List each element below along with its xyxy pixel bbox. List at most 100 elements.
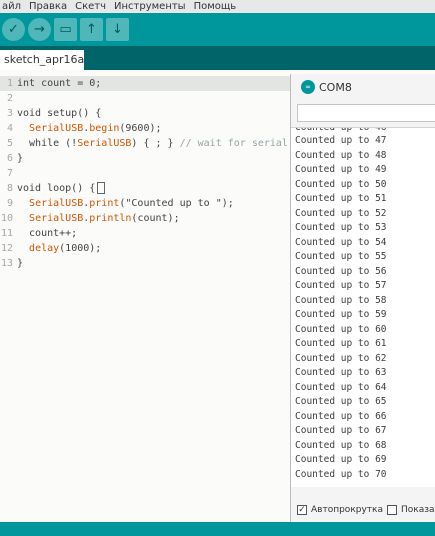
line-number: 11 <box>0 228 13 239</box>
arrow-right-icon: → <box>34 22 45 37</box>
line-number: 5 <box>6 138 13 149</box>
code-token: ) { ; } <box>131 138 180 149</box>
serial-output-line: Counted up to 66 <box>295 410 387 422</box>
autoscroll-checkbox[interactable]: ✓ <box>297 505 307 515</box>
serial-output-line: Counted up to 67 <box>295 425 387 436</box>
line-number: 4 <box>6 123 13 134</box>
serial-options: ✓ Автопрокрутка Показать <box>291 498 435 522</box>
code-line: 4 SerialUSB.begin(9600); <box>0 121 300 136</box>
code-line: 9 SerialUSB.print("Counted up to "); <box>0 196 300 211</box>
code-line: 1 int count = 0; <box>0 76 300 91</box>
code-line: 11 count++; <box>0 226 300 241</box>
code-token: (9600); <box>119 123 162 134</box>
code-token: while (! <box>17 138 78 149</box>
menu-item[interactable]: Правка <box>29 0 67 13</box>
menu-item[interactable]: Помощь <box>194 0 237 13</box>
menu-item[interactable]: Инструменты <box>114 0 186 13</box>
serial-output-line: Counted up to 68 <box>295 439 387 451</box>
new-button[interactable]: ▭ <box>54 18 77 41</box>
menu-item[interactable]: айл <box>2 0 21 13</box>
code-token: void loop() { <box>17 183 96 194</box>
serial-output-line: Counted up to 63 <box>295 367 387 378</box>
arrow-up-icon: ↑ <box>86 22 97 37</box>
line-number: 7 <box>6 168 13 179</box>
code-line: 13} <box>0 256 300 271</box>
code-text: SerialUSB.print("Counted up to "); <box>17 196 234 211</box>
code-text: count++; <box>17 226 77 241</box>
code-text: SerialUSB.begin(9600); <box>17 121 162 136</box>
text-cursor <box>97 182 106 194</box>
autoscroll-label: Автопрокрутка <box>311 505 383 515</box>
serial-output-line: Counted up to 57 <box>295 280 387 291</box>
check-icon: ✓ <box>8 22 19 37</box>
open-button[interactable]: ↑ <box>80 18 103 41</box>
line-number: 13 <box>0 258 13 269</box>
serial-output-line: Counted up to 52 <box>295 207 387 219</box>
code-token: count++; <box>17 228 78 239</box>
code-line: 5 while (!SerialUSB) { ; } // wait for s… <box>0 136 300 151</box>
line-number: 8 <box>6 183 13 194</box>
tab-bar: sketch_apr16a <box>0 46 435 70</box>
code-text: } <box>17 256 23 271</box>
serial-output-line: Counted up to 48 <box>295 149 387 161</box>
code-line: 8 void loop() { <box>0 181 300 196</box>
check-icon: ✓ <box>298 504 306 515</box>
code-token: print <box>89 198 120 209</box>
serial-output-line: Counted up to 59 <box>295 309 387 320</box>
code-text: } <box>17 151 23 166</box>
code-line: 10 SerialUSB.println(count); <box>0 211 300 226</box>
code-token: begin <box>89 123 120 134</box>
code-token: void setup() { <box>17 108 102 119</box>
new-file-icon: ▭ <box>59 22 72 37</box>
code-token: } <box>17 258 24 269</box>
code-text: void setup() { <box>17 106 101 121</box>
code-lines: 1 int count = 0; 2 3 void setup() { 4 SerialU… <box>0 76 300 271</box>
code-token: (1000); <box>59 243 102 254</box>
show-timestamp-label: Показать <box>400 505 435 515</box>
serial-output-line: Counted up to 64 <box>295 381 387 393</box>
code-token: SerialUSB <box>29 213 84 224</box>
save-button[interactable]: ↓ <box>106 18 129 41</box>
line-number: 10 <box>0 213 13 224</box>
code-token: println <box>89 213 132 224</box>
serial-output-line: Counted up to 58 <box>295 294 387 306</box>
serial-output-line: Counted up to 53 <box>295 222 387 233</box>
tab-sketch[interactable]: sketch_apr16a <box>0 50 84 70</box>
code-text: while (!SerialUSB) { ; } // wait for ser… <box>17 136 288 151</box>
status-bar <box>0 522 435 536</box>
serial-send-input[interactable] <box>297 104 435 122</box>
serial-monitor-icon: ∞ <box>301 80 315 94</box>
line-number: 3 <box>6 108 13 119</box>
serial-output: Counted up to 46Counted up to 47Counted … <box>291 127 435 487</box>
code-token: int count = 0; <box>17 78 102 89</box>
code-token: SerialUSB <box>77 138 132 149</box>
show-timestamp-checkbox[interactable] <box>386 505 397 515</box>
code-token: delay <box>29 243 60 254</box>
serial-output-line: Counted up to 65 <box>295 396 387 407</box>
serial-monitor-window: ∞ COM8 Counted up to 46Counted up to 47C… <box>290 74 435 522</box>
upload-button[interactable]: → <box>28 18 51 41</box>
code-text: void loop() { <box>17 181 106 196</box>
code-line: 2 <box>0 91 300 106</box>
serial-output-line: Counted up to 51 <box>295 193 387 204</box>
serial-output-line: Counted up to 61 <box>295 338 387 349</box>
serial-output-line: Counted up to 56 <box>295 265 387 277</box>
serial-output-line: Counted up to 49 <box>295 164 387 175</box>
code-token: ("Counted up to "); <box>119 198 234 209</box>
serial-output-line: Counted up to 54 <box>295 236 387 248</box>
verify-button[interactable]: ✓ <box>2 18 25 41</box>
menu-item[interactable]: Скетч <box>75 0 106 13</box>
serial-output-line: Counted up to 69 <box>295 454 387 465</box>
code-token: // wait for serial <box>179 138 288 149</box>
line-number: 9 <box>6 198 13 209</box>
line-number: 1 <box>6 78 13 89</box>
code-line: 12 delay(1000); <box>0 241 300 256</box>
code-line: 6} <box>0 151 300 166</box>
code-token: } <box>17 153 24 164</box>
serial-output-line: Counted up to 60 <box>295 323 387 335</box>
serial-port-title: COM8 <box>319 80 352 94</box>
arrow-down-icon: ↓ <box>112 22 123 37</box>
